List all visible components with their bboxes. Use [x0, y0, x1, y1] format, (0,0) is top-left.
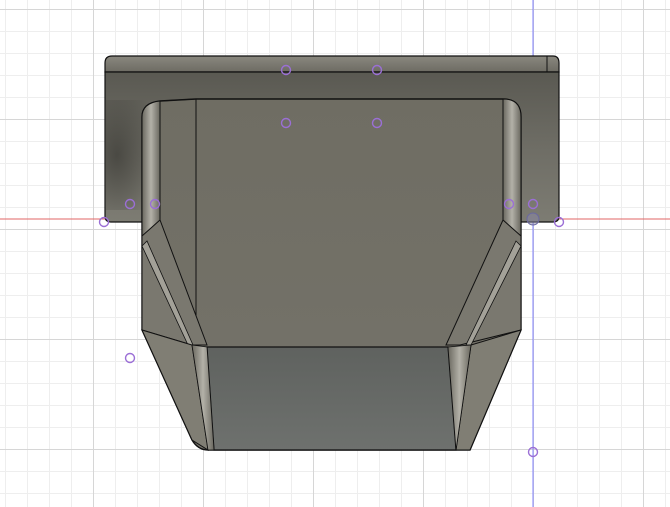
- body-solid[interactable]: [141, 98, 522, 452]
- design-canvas[interactable]: [0, 0, 670, 507]
- origin-point[interactable]: [526, 212, 540, 226]
- sketch-point[interactable]: [124, 352, 136, 364]
- model-view[interactable]: [0, 0, 670, 507]
